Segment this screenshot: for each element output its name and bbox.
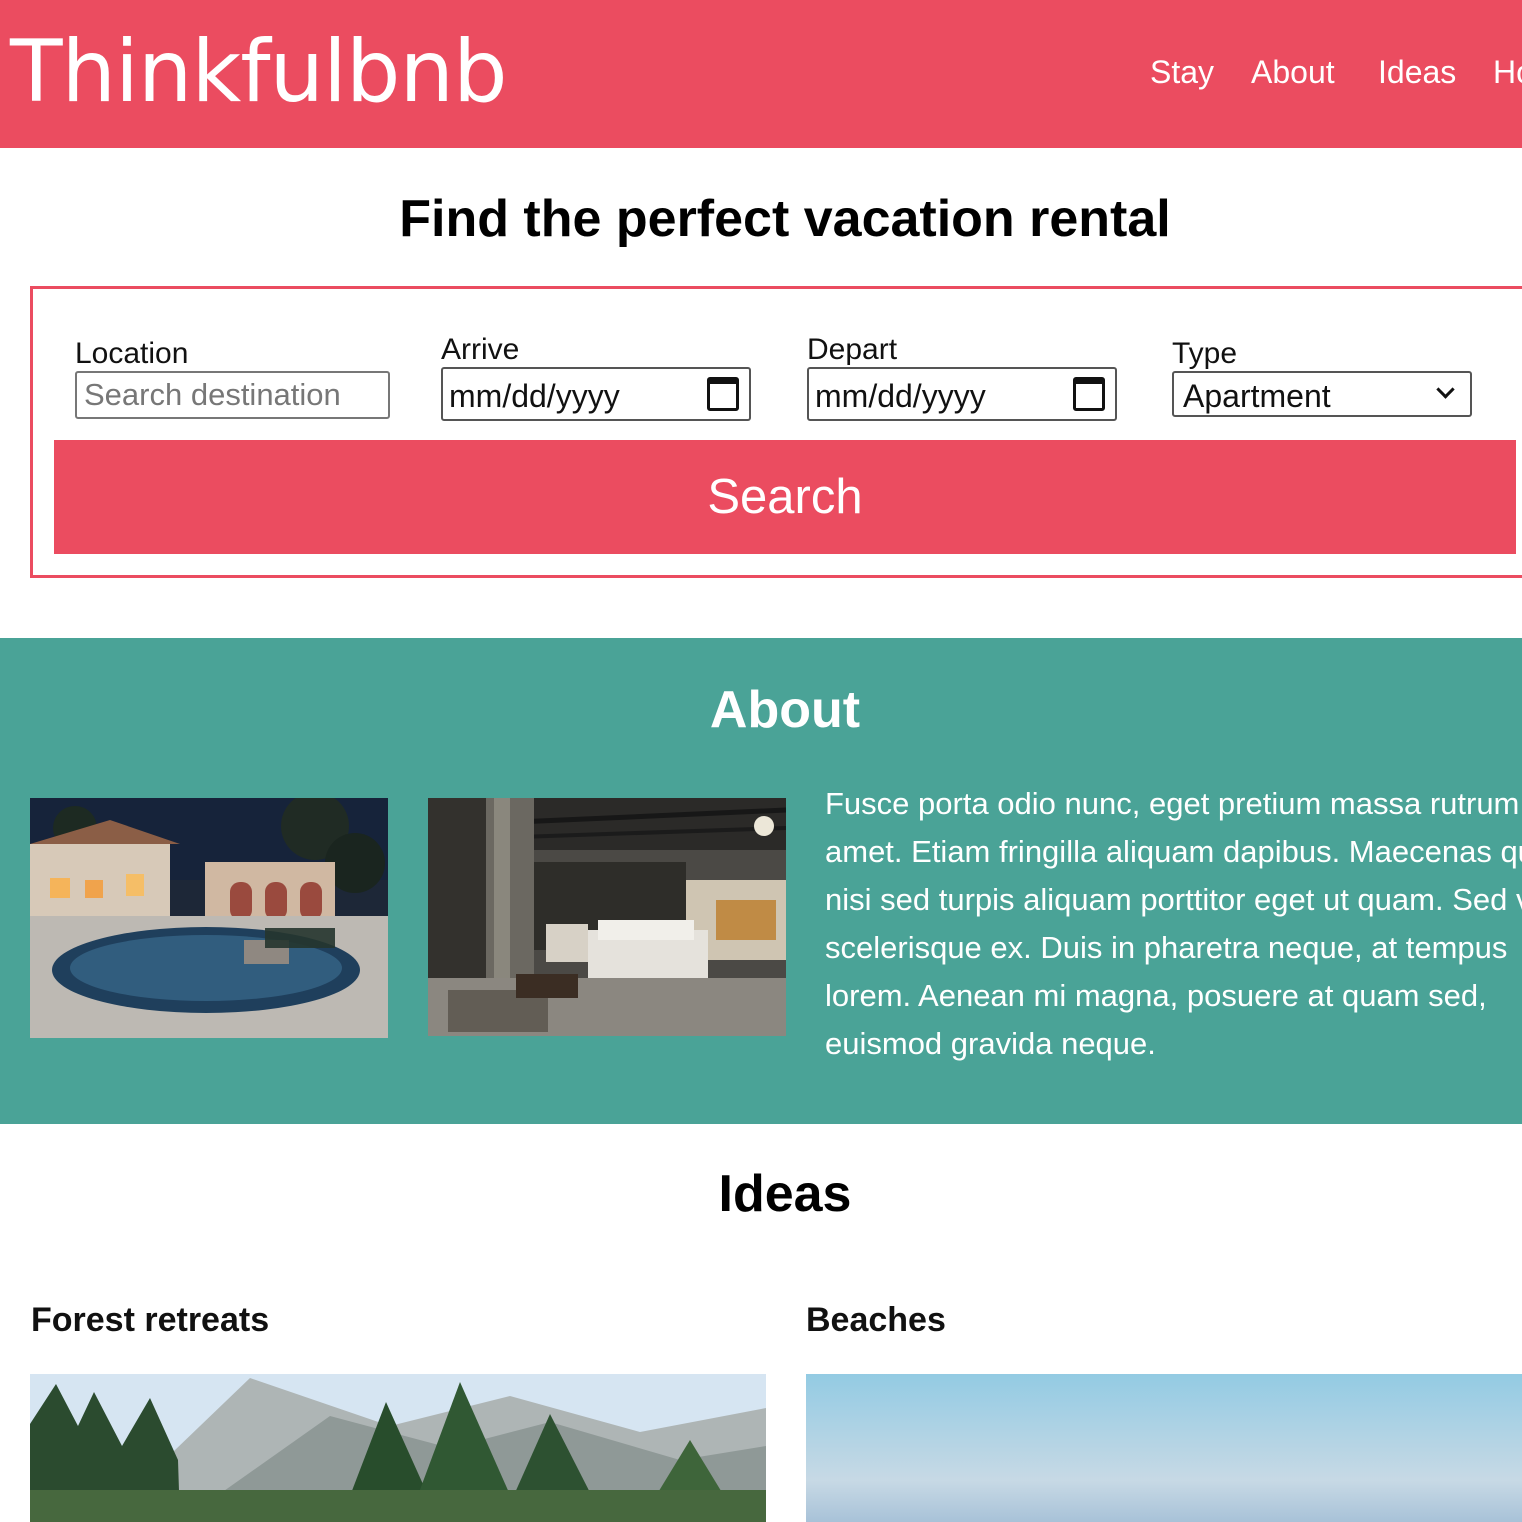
arrive-date-value: mm/dd/yyyy bbox=[449, 378, 620, 414]
arrive-label: Arrive bbox=[441, 333, 520, 366]
calendar-icon[interactable] bbox=[1073, 377, 1105, 411]
forest-retreats-image bbox=[30, 1374, 766, 1522]
hero-title: Find the perfect vacation rental bbox=[399, 190, 1171, 248]
chevron-down-icon bbox=[1436, 380, 1455, 399]
ideas-title: Ideas bbox=[718, 1165, 852, 1223]
depart-date-value: mm/dd/yyyy bbox=[815, 378, 986, 414]
villa-pool-image bbox=[30, 798, 388, 1038]
beaches-image bbox=[806, 1374, 1522, 1522]
search-form: Location Arrive mm/dd/yyyy Depart mm/dd/… bbox=[30, 286, 1522, 578]
site-header: Thinkfulbnb Stay About Ideas Ho bbox=[0, 0, 1522, 148]
about-description: Fusce porta odio nunc, eget pretium mass… bbox=[825, 786, 1522, 1061]
nav-link-ideas[interactable]: Ideas bbox=[1378, 52, 1456, 92]
type-label: Type bbox=[1172, 337, 1238, 370]
nav-link-about[interactable]: About bbox=[1251, 52, 1335, 92]
location-label: Location bbox=[75, 337, 189, 370]
idea-title-forest-retreats: Forest retreats bbox=[31, 1301, 270, 1339]
loft-bedroom-image bbox=[428, 798, 786, 1036]
depart-label: Depart bbox=[807, 333, 898, 366]
page: Thinkfulbnb Stay About Ideas Ho Find the… bbox=[0, 0, 1522, 1522]
location-input[interactable] bbox=[75, 371, 390, 419]
beaches-photo[interactable] bbox=[806, 1374, 1522, 1522]
type-select[interactable]: Apartment bbox=[1172, 371, 1472, 417]
forest-retreats-photo[interactable] bbox=[30, 1374, 766, 1522]
idea-title-beaches: Beaches bbox=[806, 1301, 946, 1339]
nav-link-ho[interactable]: Ho bbox=[1493, 52, 1522, 92]
site-logo[interactable]: Thinkfulbnb bbox=[10, 22, 508, 122]
about-title: About bbox=[709, 681, 861, 739]
depart-date-input[interactable]: mm/dd/yyyy bbox=[807, 367, 1117, 421]
type-selected-value: Apartment bbox=[1183, 378, 1331, 414]
arrive-date-input[interactable]: mm/dd/yyyy bbox=[441, 367, 751, 421]
about-section: About Fusce porta odio nunc, eget pretiu… bbox=[0, 638, 1522, 1124]
calendar-icon[interactable] bbox=[707, 377, 739, 411]
nav-link-stay[interactable]: Stay bbox=[1150, 52, 1214, 92]
search-button[interactable]: Search bbox=[54, 440, 1516, 554]
villa-pool-photo bbox=[30, 798, 388, 1038]
loft-bedroom-photo bbox=[428, 798, 786, 1036]
